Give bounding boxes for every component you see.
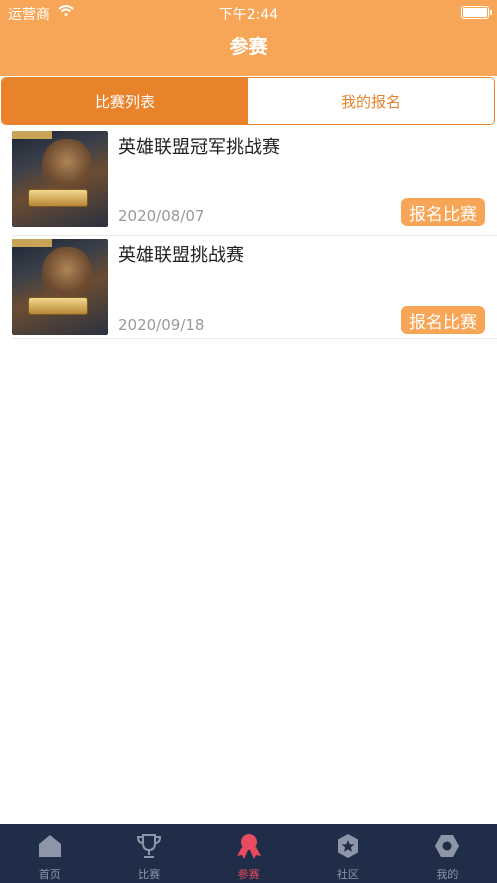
match-title: 英雄联盟挑战赛 (118, 245, 244, 266)
tab-label: 参赛 (237, 868, 260, 881)
status-bar: 运营商 下午2:44 (0, 0, 497, 26)
match-thumbnail (12, 131, 108, 227)
tab-matches[interactable]: 比赛 (99, 824, 198, 883)
register-button[interactable]: 报名比赛 (401, 306, 485, 334)
tab-profile[interactable]: 我的 (398, 824, 497, 883)
tab-label: 比赛 (138, 868, 161, 881)
register-button[interactable]: 报名比赛 (401, 198, 485, 226)
battery-icon (461, 6, 492, 19)
medal-icon (236, 834, 261, 859)
match-date: 2020/09/18 (118, 316, 205, 334)
tab-label: 首页 (38, 868, 61, 881)
tab-label: 我的 (436, 868, 459, 881)
app-header: 运营商 下午2:44 参赛 (0, 0, 497, 76)
bottom-tab-bar: 首页 比赛 参赛 社区 我的 (0, 824, 497, 883)
segmented-control: 比赛列表 我的报名 (1, 77, 495, 125)
tab-community[interactable]: 社区 (298, 824, 397, 883)
star-badge-icon (337, 834, 358, 858)
tab-participate[interactable]: 参赛 (199, 824, 298, 883)
hexagon-nut-icon (435, 835, 460, 857)
tab-label: 社区 (336, 868, 359, 881)
match-date: 2020/08/07 (118, 207, 205, 225)
match-list-item[interactable]: 英雄联盟冠军挑战赛 2020/08/07 报名比赛 (12, 131, 497, 236)
status-time: 下午2:44 (218, 7, 279, 23)
home-icon (38, 835, 61, 857)
trophy-icon (137, 834, 162, 858)
match-thumbnail (12, 239, 108, 335)
page-title: 参赛 (229, 36, 268, 58)
match-list-item[interactable]: 英雄联盟挑战赛 2020/09/18 报名比赛 (12, 239, 497, 339)
segment-match-list[interactable]: 比赛列表 (2, 78, 248, 124)
match-title: 英雄联盟冠军挑战赛 (118, 137, 280, 158)
segment-my-registrations[interactable]: 我的报名 (248, 78, 494, 124)
tab-home[interactable]: 首页 (0, 824, 99, 883)
